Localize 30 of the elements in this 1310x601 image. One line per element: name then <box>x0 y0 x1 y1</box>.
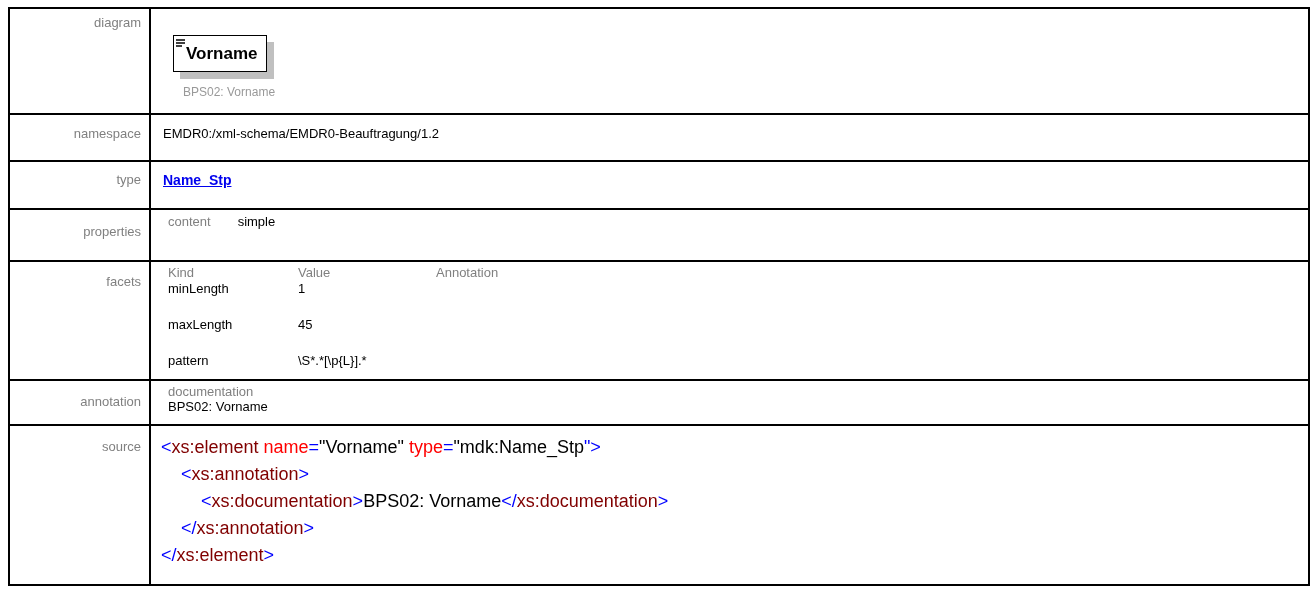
column-header: Annotation <box>436 265 500 280</box>
property-key: content <box>168 214 211 229</box>
facet-value: 1 <box>298 280 307 298</box>
column-header: Value <box>298 265 332 280</box>
element-documentation: BPS02: Vorname <box>183 85 277 99</box>
row-label: type <box>116 172 141 187</box>
annotation-heading: documentation <box>167 384 255 399</box>
row-label: annotation <box>80 394 141 409</box>
facet-value: 45 <box>298 316 314 334</box>
facet-kind: maxLength <box>168 316 234 334</box>
row-label: facets <box>106 274 141 289</box>
source-code-line: <xs:element name="Vorname" type="mdk:Name_Stp"> <box>161 436 602 460</box>
namespace-value: EMDR0:/xml-schema/EMDR0-Beauftragung/1.2 <box>163 126 439 141</box>
element-name: Vorname <box>186 43 258 64</box>
facet-kind: minLength <box>168 280 230 298</box>
row-label: diagram <box>94 15 141 30</box>
source-code-line: </xs:annotation> <box>180 517 316 540</box>
type-link[interactable]: Name_Stp <box>163 172 232 188</box>
source-code-line: </xs:element> <box>161 544 276 567</box>
lines-icon <box>176 39 185 47</box>
source-code-line: <xs:annotation> <box>180 463 311 486</box>
property-value: simple <box>237 214 276 229</box>
annotation-text: BPS02: Vorname <box>167 399 269 414</box>
column-header: Kind <box>168 265 196 280</box>
facet-value: \S*.*[\p{L}].* <box>298 352 368 370</box>
facet-kind: pattern <box>168 352 210 370</box>
row-label: source <box>101 439 141 454</box>
row-label: properties <box>83 224 141 239</box>
source-code-line: <xs:documentation>BPS02: Vorname</xs:documentation> <box>200 490 670 513</box>
row-label: namespace <box>73 126 141 141</box>
